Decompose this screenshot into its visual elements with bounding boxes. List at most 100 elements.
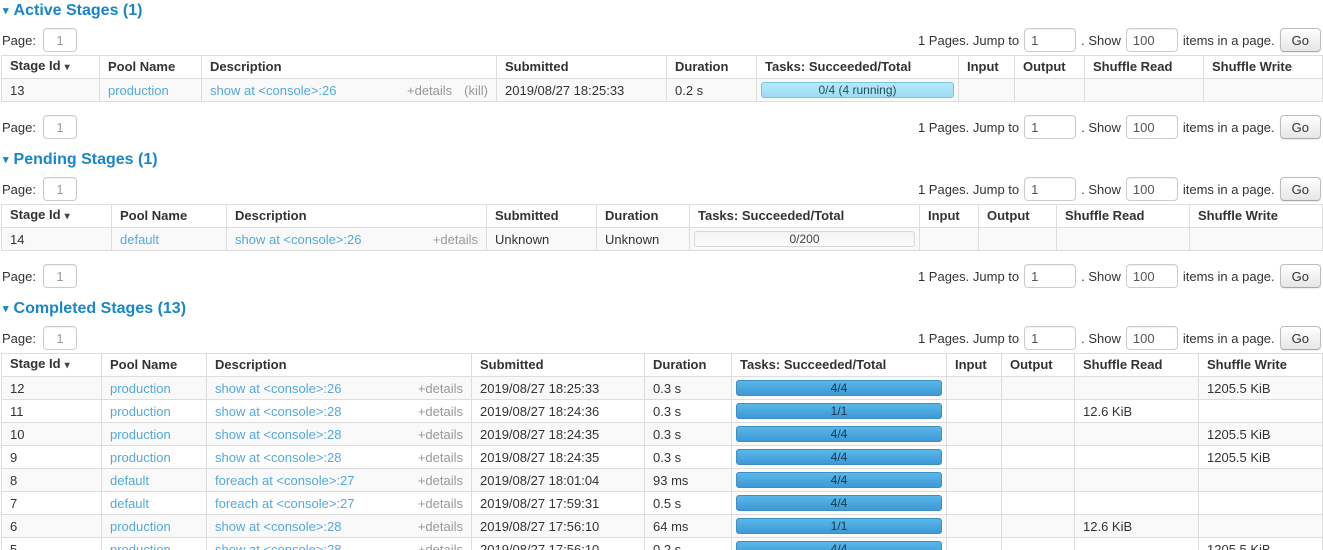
description-link[interactable]: foreach at <console>:27 bbox=[215, 473, 355, 488]
col-header-duration[interactable]: Duration bbox=[667, 56, 757, 79]
col-header-submitted[interactable]: Submitted bbox=[497, 56, 667, 79]
col-header-pool-name[interactable]: Pool Name bbox=[100, 56, 202, 79]
col-header-shuffle-read[interactable]: Shuffle Read bbox=[1057, 205, 1190, 228]
col-header-input[interactable]: Input bbox=[947, 354, 1002, 377]
details-toggle[interactable]: +details bbox=[418, 404, 463, 419]
details-toggle[interactable]: +details bbox=[418, 496, 463, 511]
jump-to-input[interactable] bbox=[1024, 28, 1076, 52]
go-button[interactable]: Go bbox=[1280, 264, 1321, 288]
description-link[interactable]: show at <console>:28 bbox=[215, 427, 341, 442]
tasks-progress-bar: 0/200 bbox=[694, 231, 915, 247]
col-header-duration[interactable]: Duration bbox=[645, 354, 732, 377]
details-toggle[interactable]: +details bbox=[418, 450, 463, 465]
pool-name-link[interactable]: production bbox=[110, 404, 171, 419]
col-header-description[interactable]: Description bbox=[207, 354, 472, 377]
col-header-input[interactable]: Input bbox=[959, 56, 1015, 79]
col-header-duration[interactable]: Duration bbox=[597, 205, 690, 228]
pool-name-link[interactable]: production bbox=[110, 519, 171, 534]
stage-id-cell: 14 bbox=[2, 228, 112, 251]
description-link[interactable]: show at <console>:28 bbox=[215, 450, 341, 465]
details-toggle[interactable]: +details bbox=[418, 519, 463, 534]
col-header-stage-id[interactable]: Stage Id▾ bbox=[2, 354, 102, 377]
col-header-shuffle-write[interactable]: Shuffle Write bbox=[1199, 354, 1323, 377]
col-header-tasks-succeeded-total[interactable]: Tasks: Succeeded/Total bbox=[690, 205, 920, 228]
col-header-pool-name[interactable]: Pool Name bbox=[102, 354, 207, 377]
col-header-tasks-succeeded-total[interactable]: Tasks: Succeeded/Total bbox=[732, 354, 947, 377]
kill-link[interactable]: (kill) bbox=[464, 83, 488, 98]
go-button[interactable]: Go bbox=[1280, 177, 1321, 201]
col-header-label: Stage Id bbox=[10, 58, 61, 73]
pool-name-link[interactable]: production bbox=[110, 450, 171, 465]
pool-name-link[interactable]: default bbox=[110, 496, 149, 511]
pool-name-link[interactable]: production bbox=[110, 381, 171, 396]
col-header-description[interactable]: Description bbox=[227, 205, 487, 228]
jump-to-input[interactable] bbox=[1024, 115, 1076, 139]
pool-name-link[interactable]: production bbox=[110, 427, 171, 442]
details-toggle[interactable]: +details bbox=[418, 381, 463, 396]
col-header-description[interactable]: Description bbox=[202, 56, 497, 79]
page-number-input[interactable] bbox=[43, 28, 77, 52]
col-header-shuffle-read[interactable]: Shuffle Read bbox=[1075, 354, 1199, 377]
go-button[interactable]: Go bbox=[1280, 326, 1321, 350]
col-header-submitted[interactable]: Submitted bbox=[487, 205, 597, 228]
pool-name-link[interactable]: default bbox=[120, 232, 159, 247]
sort-arrow-icon: ▾ bbox=[65, 360, 70, 371]
jump-to-input[interactable] bbox=[1024, 177, 1076, 201]
show-count-input[interactable] bbox=[1126, 115, 1178, 139]
page-number-input[interactable] bbox=[43, 326, 77, 350]
description-link[interactable]: show at <console>:26 bbox=[215, 381, 341, 396]
details-toggle[interactable]: +details bbox=[418, 473, 463, 488]
details-toggle[interactable]: +details bbox=[407, 83, 452, 98]
pagination-top: Page: 1 Pages. Jump to . Show items in a… bbox=[1, 177, 1322, 201]
stage-id-cell: 7 bbox=[2, 492, 102, 515]
section-header[interactable]: ▾ Pending Stages (1) bbox=[3, 151, 1322, 169]
jump-to-input[interactable] bbox=[1024, 326, 1076, 350]
description-link[interactable]: show at <console>:26 bbox=[210, 83, 336, 98]
col-header-stage-id[interactable]: Stage Id▾ bbox=[2, 205, 112, 228]
description-link[interactable]: show at <console>:26 bbox=[235, 232, 361, 247]
description-cell: foreach at <console>:27 +details bbox=[207, 469, 472, 492]
show-count-input[interactable] bbox=[1126, 177, 1178, 201]
description-link[interactable]: show at <console>:28 bbox=[215, 542, 341, 550]
tasks-progress-bar: 4/4 bbox=[736, 380, 942, 396]
col-header-shuffle-write[interactable]: Shuffle Write bbox=[1204, 56, 1323, 79]
section-header[interactable]: ▾ Completed Stages (13) bbox=[3, 300, 1322, 318]
show-label: . Show bbox=[1081, 120, 1121, 135]
col-header-tasks-succeeded-total[interactable]: Tasks: Succeeded/Total bbox=[757, 56, 959, 79]
section-header[interactable]: ▾ Active Stages (1) bbox=[3, 2, 1322, 20]
duration-cell: 0.3 s bbox=[645, 400, 732, 423]
pool-name-link[interactable]: production bbox=[110, 542, 171, 550]
col-header-input[interactable]: Input bbox=[920, 205, 979, 228]
shuffle-read-cell bbox=[1075, 446, 1199, 469]
go-button[interactable]: Go bbox=[1280, 28, 1321, 52]
details-toggle[interactable]: +details bbox=[418, 427, 463, 442]
details-toggle[interactable]: +details bbox=[433, 232, 478, 247]
col-header-stage-id[interactable]: Stage Id▾ bbox=[2, 56, 100, 79]
pagination-controls: 1 Pages. Jump to . Show items in a page.… bbox=[918, 326, 1321, 350]
col-header-shuffle-write[interactable]: Shuffle Write bbox=[1190, 205, 1323, 228]
col-header-label: Submitted bbox=[480, 357, 544, 372]
output-cell bbox=[1002, 400, 1075, 423]
col-header-pool-name[interactable]: Pool Name bbox=[112, 205, 227, 228]
show-count-input[interactable] bbox=[1126, 326, 1178, 350]
col-header-output[interactable]: Output bbox=[1002, 354, 1075, 377]
tasks-cell: 4/4 bbox=[732, 469, 947, 492]
page-number-input[interactable] bbox=[43, 264, 77, 288]
description-link[interactable]: show at <console>:28 bbox=[215, 404, 341, 419]
jump-to-input[interactable] bbox=[1024, 264, 1076, 288]
show-count-input[interactable] bbox=[1126, 264, 1178, 288]
description-link[interactable]: show at <console>:28 bbox=[215, 519, 341, 534]
go-button[interactable]: Go bbox=[1280, 115, 1321, 139]
details-toggle[interactable]: +details bbox=[418, 542, 463, 550]
col-header-output[interactable]: Output bbox=[979, 205, 1057, 228]
page-number-input[interactable] bbox=[43, 177, 77, 201]
pool-name-link[interactable]: default bbox=[110, 473, 149, 488]
col-header-output[interactable]: Output bbox=[1015, 56, 1085, 79]
page-number-input[interactable] bbox=[43, 115, 77, 139]
output-cell bbox=[1002, 423, 1075, 446]
show-count-input[interactable] bbox=[1126, 28, 1178, 52]
col-header-shuffle-read[interactable]: Shuffle Read bbox=[1085, 56, 1204, 79]
pool-name-link[interactable]: production bbox=[108, 83, 169, 98]
col-header-submitted[interactable]: Submitted bbox=[472, 354, 645, 377]
description-link[interactable]: foreach at <console>:27 bbox=[215, 496, 355, 511]
